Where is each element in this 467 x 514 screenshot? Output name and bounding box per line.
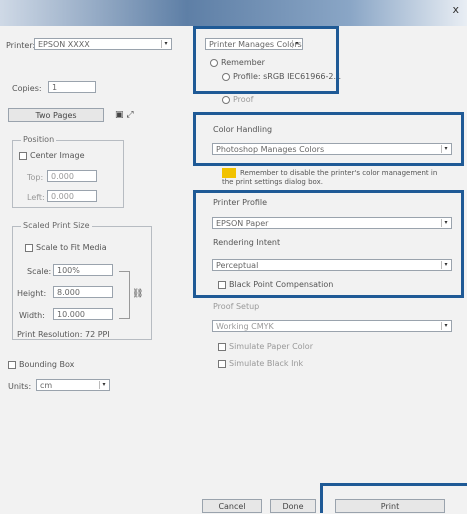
radio-icon xyxy=(222,95,230,104)
simulate-black-checkbox[interactable]: Simulate Black Ink xyxy=(218,359,303,368)
print-button[interactable]: Print xyxy=(335,499,445,513)
proof-label: Proof xyxy=(233,95,254,104)
simulate-paper-checkbox[interactable]: Simulate Paper Color xyxy=(218,342,313,351)
position-group: Position Center Image Top: 0.000 Left: 0… xyxy=(12,135,124,208)
bounding-box-label: Bounding Box xyxy=(19,360,75,369)
scale-label: Scale: xyxy=(27,267,52,276)
bounding-box-checkbox[interactable]: Bounding Box xyxy=(8,360,74,369)
copies-label: Copies: xyxy=(12,84,42,93)
width-value: 10.000 xyxy=(57,310,85,319)
height-value: 8.000 xyxy=(57,288,80,297)
height-input[interactable]: 8.000 xyxy=(53,286,113,298)
orientation-icon[interactable]: ▣ ⤢ xyxy=(115,110,134,120)
link-bracket xyxy=(119,271,130,319)
link-icon[interactable]: ⛓ xyxy=(132,289,143,299)
print-resolution-label: Print Resolution: 72 PPI xyxy=(17,330,110,339)
cancel-button[interactable]: Cancel xyxy=(202,499,262,513)
units-label: Units: xyxy=(8,382,32,391)
width-input[interactable]: 10.000 xyxy=(53,308,113,320)
height-label: Height: xyxy=(17,289,47,298)
scale-input[interactable]: 100% xyxy=(53,264,113,276)
units-value: cm xyxy=(40,381,53,390)
scale-value: 100% xyxy=(57,266,80,275)
simulate-black-label: Simulate Black Ink xyxy=(229,359,304,368)
top-label: Top: xyxy=(27,173,44,182)
center-image-label: Center Image xyxy=(30,151,85,160)
checkbox-icon xyxy=(19,151,27,160)
highlight-color-handling-top xyxy=(193,26,339,94)
width-label: Width: xyxy=(19,311,45,320)
warning-icon xyxy=(222,168,236,178)
printer-label: Printer: xyxy=(6,41,36,50)
two-pages-button[interactable]: Two Pages xyxy=(8,108,104,122)
highlight-color-handling xyxy=(193,112,464,166)
proof-setup-legend: Proof Setup xyxy=(213,302,260,311)
scaled-print-size-legend: Scaled Print Size xyxy=(21,221,92,230)
copies-input[interactable]: 1 xyxy=(48,81,96,93)
scaled-print-size-group: Scaled Print Size Scale to Fit Media Sca… xyxy=(12,221,152,340)
scale-to-fit-checkbox[interactable]: Scale to Fit Media xyxy=(25,243,107,252)
warning-text: Remember to disable the printer's color … xyxy=(222,169,438,186)
warning-message: Remember to disable the printer's color … xyxy=(222,168,442,187)
printer-value: EPSON XXXX xyxy=(38,40,90,49)
left-label: Left: xyxy=(27,193,45,202)
position-legend: Position xyxy=(21,135,57,144)
done-button[interactable]: Done xyxy=(270,499,316,513)
proof-radio[interactable]: Proof xyxy=(222,95,253,104)
center-image-checkbox[interactable]: Center Image xyxy=(19,151,85,160)
chevron-down-icon: ▾ xyxy=(161,40,170,48)
chevron-down-icon: ▾ xyxy=(99,381,108,389)
scale-to-fit-label: Scale to Fit Media xyxy=(36,243,107,252)
proof-setup-select[interactable]: Working CMYK ▾ xyxy=(212,320,452,332)
proof-setup-value: Working CMYK xyxy=(216,322,274,331)
checkbox-icon xyxy=(218,359,226,368)
copies-value: 1 xyxy=(52,83,58,92)
printer-select[interactable]: EPSON XXXX ▾ xyxy=(34,38,172,50)
units-select[interactable]: cm ▾ xyxy=(36,379,110,391)
highlight-printer-profile xyxy=(193,190,464,298)
top-value: 0.000 xyxy=(51,172,74,181)
close-icon[interactable]: x xyxy=(452,3,459,16)
simulate-paper-label: Simulate Paper Color xyxy=(229,342,313,351)
checkbox-icon xyxy=(25,243,33,252)
chevron-down-icon: ▾ xyxy=(441,322,450,330)
left-value: 0.000 xyxy=(51,192,74,201)
title-bar: x xyxy=(0,0,467,26)
checkbox-icon xyxy=(8,360,16,369)
top-input[interactable]: 0.000 xyxy=(47,170,97,182)
checkbox-icon xyxy=(218,342,226,351)
left-input[interactable]: 0.000 xyxy=(47,190,97,202)
